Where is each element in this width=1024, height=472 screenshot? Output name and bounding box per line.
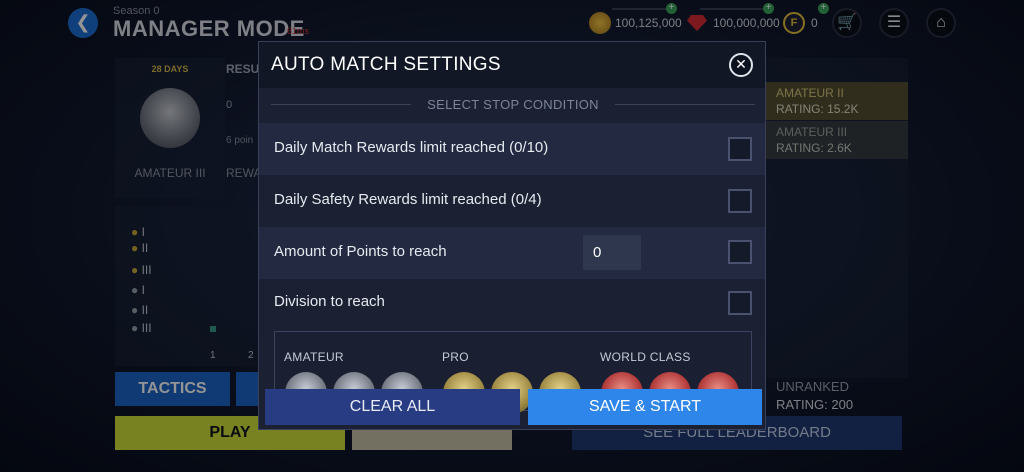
tier-label-amateur: AMATEUR [284,350,344,364]
tier-label-world-class: WORLD CLASS [600,350,691,364]
division-checkbox[interactable] [728,291,752,315]
condition-row-division[interactable]: Division to reach [259,277,765,329]
dialog-title: AUTO MATCH SETTINGS [271,54,501,75]
save-and-start-button[interactable]: SAVE & START [528,389,762,425]
condition-label: Daily Match Rewards limit reached (0/10) [274,139,549,156]
match-rewards-checkbox[interactable] [728,137,752,161]
condition-row-match-rewards[interactable]: Daily Match Rewards limit reached (0/10) [259,123,765,175]
section-header: SELECT STOP CONDITION [271,94,755,116]
points-checkbox[interactable] [728,240,752,264]
dialog-header: AUTO MATCH SETTINGS ✕ [259,42,765,88]
condition-label: Daily Safety Rewards limit reached (0/4) [274,191,542,208]
close-icon[interactable]: ✕ [729,53,753,77]
section-label: SELECT STOP CONDITION [427,97,599,112]
safety-rewards-checkbox[interactable] [728,189,752,213]
condition-label: Division to reach [274,293,385,310]
condition-row-safety-rewards[interactable]: Daily Safety Rewards limit reached (0/4) [259,175,765,227]
auto-match-settings-dialog: AUTO MATCH SETTINGS ✕ SELECT STOP CONDIT… [258,41,766,430]
points-input[interactable] [583,235,641,270]
clear-all-button[interactable]: CLEAR ALL [265,389,520,425]
condition-row-points[interactable]: Amount of Points to reach [259,227,765,279]
condition-label: Amount of Points to reach [274,243,447,260]
tier-label-pro: PRO [442,350,469,364]
